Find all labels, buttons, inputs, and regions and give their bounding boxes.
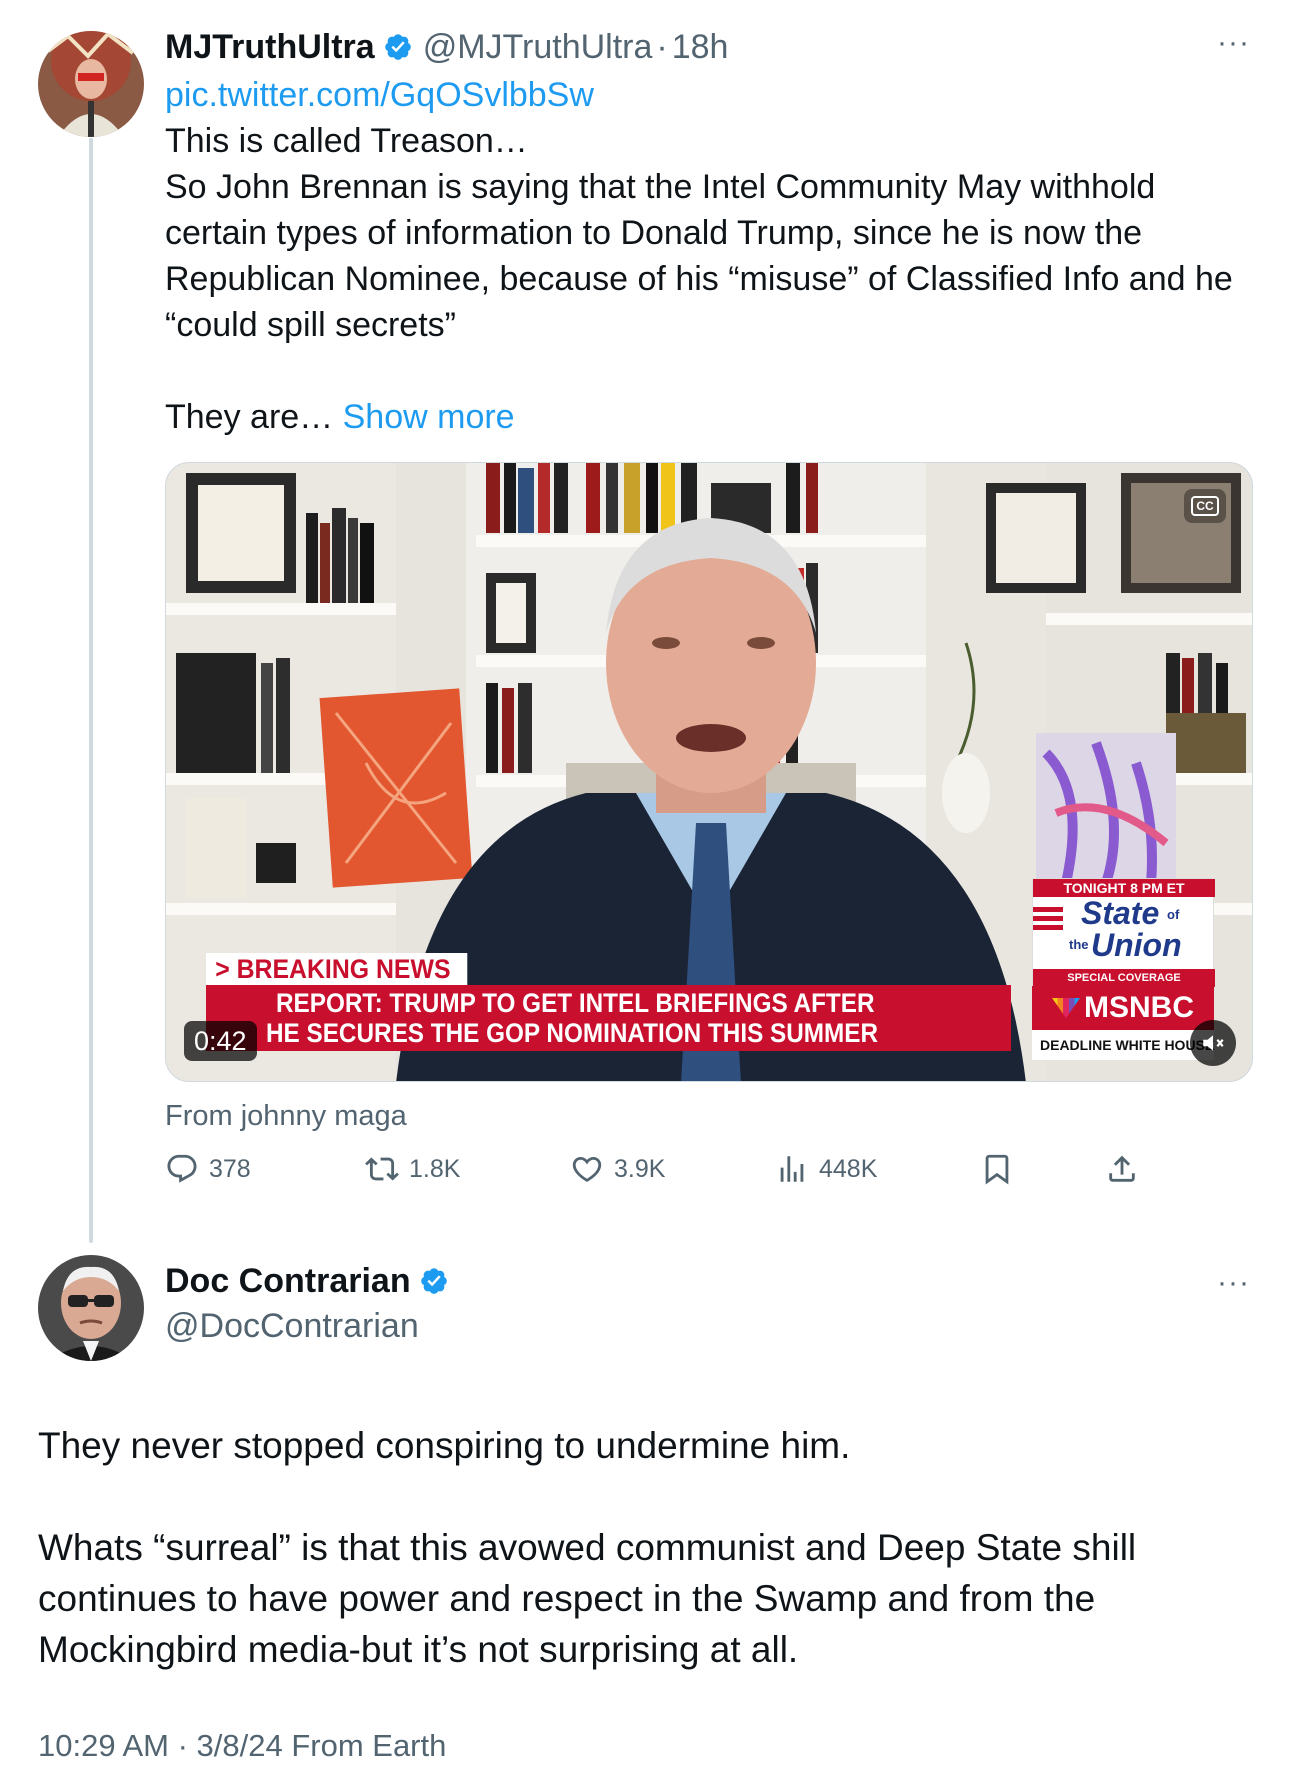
share-icon — [1109, 1155, 1135, 1182]
share-button[interactable] — [1105, 1152, 1149, 1186]
time-separator: · — [656, 27, 668, 66]
heart-icon — [572, 1156, 602, 1182]
bookmark-icon — [985, 1154, 1009, 1185]
reply-icon — [167, 1154, 197, 1183]
views-chart-icon — [780, 1156, 804, 1182]
author-handle[interactable]: @MJTruthUltra — [423, 28, 653, 67]
peacock-icon — [1052, 998, 1080, 1018]
promo-title-state: State — [1081, 895, 1160, 931]
reply-button[interactable]: 378 — [165, 1152, 251, 1186]
reply-count: 378 — [209, 1154, 251, 1183]
avatar-doccontrarian[interactable] — [38, 1255, 144, 1361]
retweet-count: 1.8K — [409, 1154, 461, 1183]
promo-box: TONIGHT 8 PM ET State of the Union SPECI… — [1032, 878, 1215, 987]
headline-line-1: REPORT: TRUMP TO GET INTEL BRIEFINGS AFT… — [276, 988, 875, 1018]
tweet2-paragraph-1: They never stopped conspiring to undermi… — [38, 1425, 851, 1466]
promo-stripes — [1033, 907, 1063, 935]
breaking-news-label: > BREAKING NEWS — [206, 953, 468, 985]
captions-icon: CC — [1191, 496, 1219, 516]
tweet-line: certain types of information to Donald T… — [165, 214, 1143, 252]
tweet-line: Mockingbird media-but it’s not surprisin… — [38, 1629, 799, 1670]
tweet-timestamp[interactable]: 18h — [672, 28, 729, 67]
promo-title-of: of — [1167, 907, 1180, 922]
tweet-line: This is called Treason… — [165, 122, 528, 160]
retweet-button[interactable]: 1.8K — [365, 1152, 460, 1186]
tweet1-header: MJTruthUltra @MJTruthUltra · 18h — [165, 24, 728, 70]
promo-title-union: Union — [1091, 927, 1182, 963]
tweet-line: So John Brennan is saying that the Intel… — [165, 168, 1156, 206]
video-duration-badge: 0:42 — [184, 1021, 257, 1061]
video-source-label[interactable]: From johnny maga — [165, 1100, 407, 1133]
tweet-line: continues to have power and respect in t… — [38, 1578, 1096, 1619]
thread-connector-line — [89, 138, 93, 1243]
promo-sub: SPECIAL COVERAGE — [1033, 969, 1215, 987]
mute-button[interactable] — [1190, 1020, 1236, 1066]
tweet2-header: Doc Contrarian — [165, 1258, 449, 1304]
views-button[interactable]: 448K — [775, 1152, 877, 1186]
promo-title-the: the — [1069, 937, 1089, 952]
bookmark-button[interactable] — [980, 1152, 1024, 1186]
media-link[interactable]: pic.twitter.com/GqOSvlbbSw — [165, 76, 594, 114]
tweet-line: Whats “surreal” is that this avowed comm… — [38, 1527, 1137, 1568]
tweet-line: “could spill secrets” — [165, 306, 456, 344]
msnbc-bug: MSNBC — [1032, 986, 1214, 1030]
truncated-text: They are… — [165, 398, 343, 436]
more-options-icon[interactable]: ··· — [1217, 1266, 1250, 1300]
more-options-icon[interactable]: ··· — [1217, 26, 1250, 60]
tweet2-paragraph-2: Whats “surreal” is that this avowed comm… — [38, 1522, 1268, 1675]
tweet1-body: This is called Treason… So John Brennan … — [165, 118, 1275, 348]
tweet1-link[interactable]: pic.twitter.com/GqOSvlbbSw — [165, 72, 594, 118]
author-handle[interactable]: @DocContrarian — [165, 1307, 419, 1346]
tweet-line: Republican Nominee, because of his “misu… — [165, 260, 1233, 298]
speaker-muted-icon — [1203, 1035, 1224, 1051]
video-player[interactable]: > BREAKING NEWS REPORT: TRUMP TO GET INT… — [165, 462, 1253, 1082]
tweet1-action-bar: 378 1.8K 3.9K 448K — [165, 1152, 1165, 1196]
retweet-icon — [365, 1157, 399, 1181]
network-name: MSNBC — [1084, 991, 1194, 1024]
verified-badge-icon — [383, 32, 413, 62]
like-count: 3.9K — [614, 1154, 666, 1183]
author-name[interactable]: MJTruthUltra — [165, 28, 375, 67]
headline-line-2: HE SECURES THE GOP NOMINATION THIS SUMME… — [266, 1018, 879, 1048]
show-name-bar: DEADLINE WHITE HOUSE — [1032, 1030, 1214, 1060]
captions-button[interactable]: CC — [1184, 489, 1226, 523]
tweet1-truncated: They are… Show more — [165, 394, 515, 440]
verified-badge-icon — [419, 1266, 449, 1296]
news-headline-banner: REPORT: TRUMP TO GET INTEL BRIEFINGS AFT… — [206, 985, 1011, 1051]
like-button[interactable]: 3.9K — [570, 1152, 665, 1186]
tweet2-timestamp-footer[interactable]: 10:29 AM · 3/8/24 From Earth — [38, 1728, 446, 1764]
views-count: 448K — [819, 1154, 878, 1183]
author-name[interactable]: Doc Contrarian — [165, 1262, 411, 1301]
avatar-mjtruthultra[interactable] — [38, 31, 144, 137]
show-more-link[interactable]: Show more — [343, 398, 515, 436]
